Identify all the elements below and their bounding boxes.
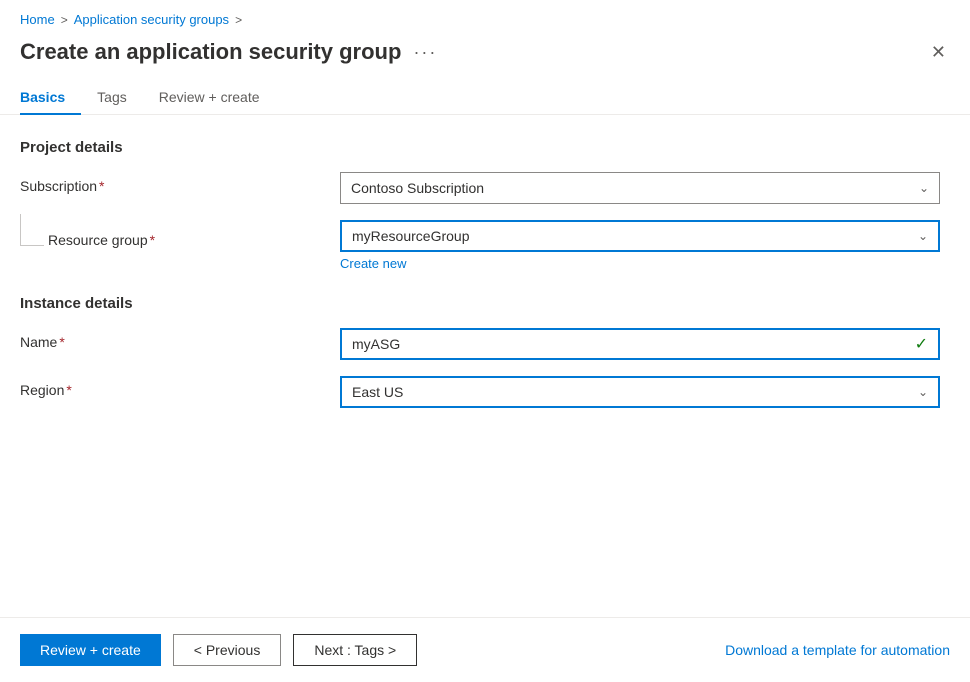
breadcrumb-separator-2: > [235, 13, 242, 27]
resource-group-chevron-icon: ⌄ [918, 229, 928, 243]
previous-button[interactable]: < Previous [173, 634, 282, 666]
subscription-dropdown[interactable]: Contoso Subscription ⌄ [340, 172, 940, 204]
page-header: Create an application security group ···… [0, 35, 970, 81]
create-new-link[interactable]: Create new [340, 256, 406, 271]
next-button[interactable]: Next : Tags > [293, 634, 417, 666]
name-input[interactable]: myASG ✓ [340, 328, 940, 360]
tab-basics[interactable]: Basics [20, 81, 81, 115]
region-label: Region* [20, 376, 340, 398]
resource-group-label: Resource group* [48, 226, 155, 248]
name-valid-check-icon: ✓ [915, 334, 928, 354]
review-create-button[interactable]: Review + create [20, 634, 161, 666]
download-template-button[interactable]: Download a template for automation [725, 642, 950, 658]
subscription-chevron-icon: ⌄ [919, 181, 929, 195]
name-label: Name* [20, 328, 340, 350]
page-title: Create an application security group [20, 39, 401, 65]
footer: Review + create < Previous Next : Tags >… [0, 617, 970, 682]
region-dropdown[interactable]: East US ⌄ [340, 376, 940, 408]
tab-tags[interactable]: Tags [81, 81, 143, 115]
project-details-title: Project details [20, 139, 950, 156]
tabs-container: Basics Tags Review + create [0, 81, 970, 115]
resource-group-label-area: Resource group* [20, 220, 340, 248]
resource-group-control-wrapper: myResourceGroup ⌄ Create new [340, 220, 940, 271]
subscription-control-wrapper: Contoso Subscription ⌄ [340, 172, 940, 204]
region-chevron-icon: ⌄ [918, 385, 928, 399]
instance-details-title: Instance details [20, 295, 950, 312]
breadcrumb-parent-link[interactable]: Application security groups [74, 12, 229, 27]
breadcrumb-separator-1: > [61, 13, 68, 27]
page-title-area: Create an application security group ··· [20, 39, 437, 65]
subscription-form-group: Subscription* Contoso Subscription ⌄ [20, 172, 950, 204]
name-control-wrapper: myASG ✓ [340, 328, 940, 360]
more-options-button[interactable]: ··· [413, 42, 437, 63]
resource-group-form-group: Resource group* myResourceGroup ⌄ Create… [20, 220, 950, 271]
resource-group-dropdown[interactable]: myResourceGroup ⌄ [340, 220, 940, 252]
name-form-group: Name* myASG ✓ [20, 328, 950, 360]
instance-details-section: Instance details Name* myASG ✓ Region* E… [20, 295, 950, 408]
project-details-section: Project details Subscription* Contoso Su… [20, 139, 950, 271]
breadcrumb-home-link[interactable]: Home [20, 12, 55, 27]
breadcrumb: Home > Application security groups > [0, 0, 970, 35]
subscription-label: Subscription* [20, 172, 340, 194]
indent-line [20, 214, 44, 246]
close-button[interactable]: ✕ [927, 39, 950, 65]
content-area: Project details Subscription* Contoso Su… [0, 115, 970, 448]
tab-review-create[interactable]: Review + create [143, 81, 276, 115]
region-form-group: Region* East US ⌄ [20, 376, 950, 408]
region-control-wrapper: East US ⌄ [340, 376, 940, 408]
